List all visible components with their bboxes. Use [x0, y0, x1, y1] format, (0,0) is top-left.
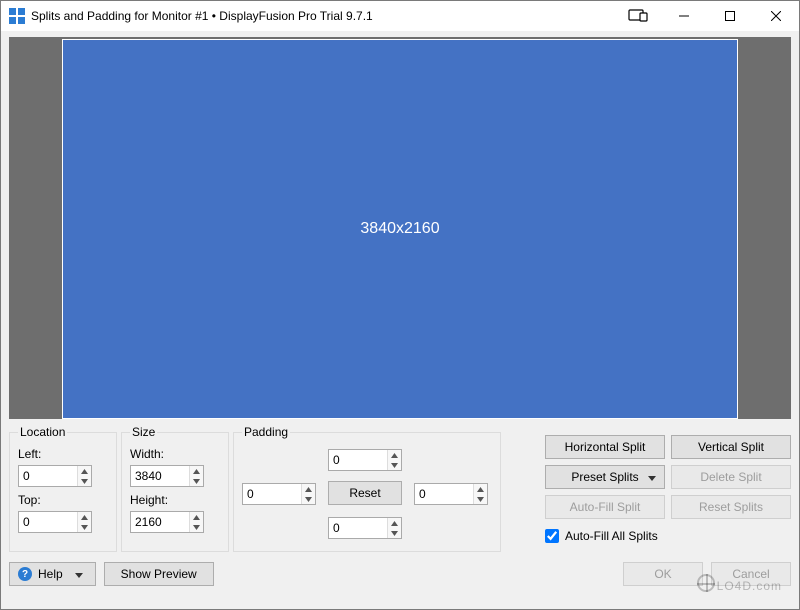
spinner-buttons[interactable] [473, 484, 487, 504]
preview-background: 3840x2160 [9, 37, 791, 419]
padding-legend: Padding [242, 425, 290, 439]
auto-fill-all-row[interactable]: Auto-Fill All Splits [545, 529, 791, 543]
size-legend: Size [130, 425, 157, 439]
titlebar: Splits and Padding for Monitor #1 • Disp… [1, 1, 799, 31]
spin-up-icon[interactable] [190, 466, 203, 476]
width-spinner[interactable] [130, 465, 204, 487]
spin-up-icon[interactable] [302, 484, 315, 494]
top-input[interactable] [19, 512, 77, 532]
spinner-buttons[interactable] [189, 512, 203, 532]
spin-down-icon[interactable] [388, 460, 401, 470]
padding-reset-button[interactable]: Reset [328, 481, 402, 505]
spin-up-icon[interactable] [190, 512, 203, 522]
padding-left-spinner[interactable] [242, 483, 316, 505]
preview-container: 3840x2160 [1, 31, 799, 421]
width-input[interactable] [131, 466, 189, 486]
window: Splits and Padding for Monitor #1 • Disp… [0, 0, 800, 610]
controls-row: Location Left: Top: [1, 421, 799, 556]
app-icon [9, 8, 25, 24]
spinner-buttons[interactable] [387, 518, 401, 538]
padding-left-input[interactable] [243, 484, 301, 504]
spin-down-icon[interactable] [78, 522, 91, 532]
monitor-resolution-label: 3840x2160 [360, 220, 439, 238]
left-label: Left: [18, 447, 108, 461]
help-label: Help [38, 567, 63, 581]
padding-bottom-spinner[interactable] [328, 517, 402, 539]
top-spinner[interactable] [18, 511, 92, 533]
spin-up-icon[interactable] [78, 512, 91, 522]
spin-up-icon[interactable] [474, 484, 487, 494]
spin-down-icon[interactable] [190, 522, 203, 532]
close-button[interactable] [753, 1, 799, 31]
minimize-button[interactable] [661, 1, 707, 31]
size-group: Size Width: Height: [121, 425, 229, 552]
ok-button[interactable]: OK [623, 562, 703, 586]
delete-split-button[interactable]: Delete Split [671, 465, 791, 489]
help-icon: ? [18, 567, 32, 581]
padding-group: Padding [233, 425, 501, 552]
preset-splits-label: Preset Splits [571, 470, 638, 484]
vertical-split-button[interactable]: Vertical Split [671, 435, 791, 459]
monitor-control-icon[interactable] [615, 1, 661, 31]
chevron-down-icon [75, 567, 83, 581]
auto-fill-split-button[interactable]: Auto-Fill Split [545, 495, 665, 519]
left-spinner[interactable] [18, 465, 92, 487]
padding-top-input[interactable] [329, 450, 387, 470]
width-label: Width: [130, 447, 220, 461]
height-spinner[interactable] [130, 511, 204, 533]
height-input[interactable] [131, 512, 189, 532]
spin-down-icon[interactable] [78, 476, 91, 486]
monitor-preview[interactable]: 3840x2160 [62, 39, 738, 419]
padding-top-spinner[interactable] [328, 449, 402, 471]
spinner-buttons[interactable] [387, 450, 401, 470]
padding-bottom-input[interactable] [329, 518, 387, 538]
spin-up-icon[interactable] [388, 450, 401, 460]
spin-down-icon[interactable] [190, 476, 203, 486]
spinner-buttons[interactable] [77, 466, 91, 486]
split-buttons-grid: Horizontal Split Vertical Split Preset S… [545, 435, 791, 519]
top-label: Top: [18, 493, 108, 507]
location-legend: Location [18, 425, 67, 439]
cancel-button[interactable]: Cancel [711, 562, 791, 586]
padding-right-input[interactable] [415, 484, 473, 504]
help-button[interactable]: ? Help [9, 562, 96, 586]
spin-up-icon[interactable] [78, 466, 91, 476]
padding-right-spinner[interactable] [414, 483, 488, 505]
spin-down-icon[interactable] [388, 528, 401, 538]
window-title: Splits and Padding for Monitor #1 • Disp… [31, 9, 373, 23]
spin-down-icon[interactable] [474, 494, 487, 504]
reset-splits-button[interactable]: Reset Splits [671, 495, 791, 519]
chevron-down-icon [648, 470, 656, 484]
horizontal-split-button[interactable]: Horizontal Split [545, 435, 665, 459]
preset-splits-button[interactable]: Preset Splits [545, 465, 665, 489]
spinner-buttons[interactable] [77, 512, 91, 532]
maximize-button[interactable] [707, 1, 753, 31]
spinner-buttons[interactable] [189, 466, 203, 486]
spinner-buttons[interactable] [301, 484, 315, 504]
auto-fill-all-label: Auto-Fill All Splits [565, 529, 658, 543]
bottom-bar: ? Help Show Preview OK Cancel [1, 556, 799, 594]
client-area: 3840x2160 Location Left: [1, 31, 799, 609]
show-preview-button[interactable]: Show Preview [104, 562, 214, 586]
spin-down-icon[interactable] [302, 494, 315, 504]
height-label: Height: [130, 493, 220, 507]
auto-fill-all-checkbox[interactable] [545, 529, 559, 543]
location-group: Location Left: Top: [9, 425, 117, 552]
spin-up-icon[interactable] [388, 518, 401, 528]
left-input[interactable] [19, 466, 77, 486]
